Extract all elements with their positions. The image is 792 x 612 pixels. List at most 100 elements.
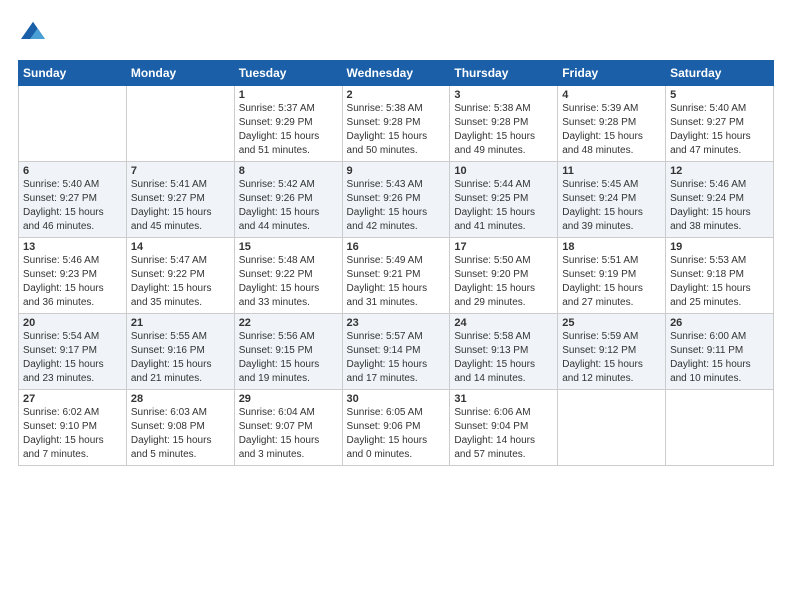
weekday-header-tuesday: Tuesday [234,61,342,86]
logo-icon [18,18,48,48]
day-number: 31 [454,393,553,405]
day-number: 3 [454,89,553,101]
day-info: Sunrise: 5:46 AM Sunset: 9:23 PM Dayligh… [23,254,122,310]
day-info: Sunrise: 5:53 AM Sunset: 9:18 PM Dayligh… [670,254,769,310]
calendar-cell: 16Sunrise: 5:49 AM Sunset: 9:21 PM Dayli… [342,238,450,314]
day-info: Sunrise: 5:44 AM Sunset: 9:25 PM Dayligh… [454,178,553,234]
calendar-week-4: 20Sunrise: 5:54 AM Sunset: 9:17 PM Dayli… [19,314,774,390]
day-number: 11 [562,165,661,177]
day-number: 25 [562,317,661,329]
weekday-header-wednesday: Wednesday [342,61,450,86]
calendar-cell: 17Sunrise: 5:50 AM Sunset: 9:20 PM Dayli… [450,238,558,314]
day-number: 22 [239,317,338,329]
calendar-table: SundayMondayTuesdayWednesdayThursdayFrid… [18,60,774,466]
calendar-cell: 18Sunrise: 5:51 AM Sunset: 9:19 PM Dayli… [558,238,666,314]
day-info: Sunrise: 5:56 AM Sunset: 9:15 PM Dayligh… [239,330,338,386]
day-info: Sunrise: 5:42 AM Sunset: 9:26 PM Dayligh… [239,178,338,234]
weekday-header-saturday: Saturday [666,61,774,86]
calendar-cell: 11Sunrise: 5:45 AM Sunset: 9:24 PM Dayli… [558,162,666,238]
weekday-header-friday: Friday [558,61,666,86]
day-info: Sunrise: 5:37 AM Sunset: 9:29 PM Dayligh… [239,102,338,158]
day-number: 30 [347,393,446,405]
day-number: 12 [670,165,769,177]
day-info: Sunrise: 5:40 AM Sunset: 9:27 PM Dayligh… [23,178,122,234]
calendar-cell: 30Sunrise: 6:05 AM Sunset: 9:06 PM Dayli… [342,390,450,466]
day-info: Sunrise: 5:48 AM Sunset: 9:22 PM Dayligh… [239,254,338,310]
calendar-cell [126,86,234,162]
weekday-header-sunday: Sunday [19,61,127,86]
day-info: Sunrise: 5:38 AM Sunset: 9:28 PM Dayligh… [347,102,446,158]
day-info: Sunrise: 5:45 AM Sunset: 9:24 PM Dayligh… [562,178,661,234]
calendar-cell: 26Sunrise: 6:00 AM Sunset: 9:11 PM Dayli… [666,314,774,390]
day-number: 26 [670,317,769,329]
calendar-cell: 2Sunrise: 5:38 AM Sunset: 9:28 PM Daylig… [342,86,450,162]
day-number: 8 [239,165,338,177]
calendar-cell [19,86,127,162]
calendar-cell: 14Sunrise: 5:47 AM Sunset: 9:22 PM Dayli… [126,238,234,314]
day-info: Sunrise: 5:40 AM Sunset: 9:27 PM Dayligh… [670,102,769,158]
day-number: 4 [562,89,661,101]
day-info: Sunrise: 5:49 AM Sunset: 9:21 PM Dayligh… [347,254,446,310]
day-info: Sunrise: 5:43 AM Sunset: 9:26 PM Dayligh… [347,178,446,234]
day-number: 9 [347,165,446,177]
day-info: Sunrise: 6:00 AM Sunset: 9:11 PM Dayligh… [670,330,769,386]
calendar-week-5: 27Sunrise: 6:02 AM Sunset: 9:10 PM Dayli… [19,390,774,466]
day-info: Sunrise: 5:39 AM Sunset: 9:28 PM Dayligh… [562,102,661,158]
calendar-cell: 10Sunrise: 5:44 AM Sunset: 9:25 PM Dayli… [450,162,558,238]
day-info: Sunrise: 5:57 AM Sunset: 9:14 PM Dayligh… [347,330,446,386]
day-info: Sunrise: 6:03 AM Sunset: 9:08 PM Dayligh… [131,406,230,462]
calendar-cell: 13Sunrise: 5:46 AM Sunset: 9:23 PM Dayli… [19,238,127,314]
day-info: Sunrise: 5:59 AM Sunset: 9:12 PM Dayligh… [562,330,661,386]
day-number: 18 [562,241,661,253]
calendar-cell: 5Sunrise: 5:40 AM Sunset: 9:27 PM Daylig… [666,86,774,162]
calendar-cell: 12Sunrise: 5:46 AM Sunset: 9:24 PM Dayli… [666,162,774,238]
day-number: 2 [347,89,446,101]
calendar-cell [666,390,774,466]
calendar-cell: 8Sunrise: 5:42 AM Sunset: 9:26 PM Daylig… [234,162,342,238]
calendar-cell: 6Sunrise: 5:40 AM Sunset: 9:27 PM Daylig… [19,162,127,238]
calendar-cell: 25Sunrise: 5:59 AM Sunset: 9:12 PM Dayli… [558,314,666,390]
day-number: 14 [131,241,230,253]
calendar-cell: 28Sunrise: 6:03 AM Sunset: 9:08 PM Dayli… [126,390,234,466]
calendar-cell: 21Sunrise: 5:55 AM Sunset: 9:16 PM Dayli… [126,314,234,390]
day-info: Sunrise: 6:04 AM Sunset: 9:07 PM Dayligh… [239,406,338,462]
day-info: Sunrise: 5:41 AM Sunset: 9:27 PM Dayligh… [131,178,230,234]
calendar-cell: 4Sunrise: 5:39 AM Sunset: 9:28 PM Daylig… [558,86,666,162]
day-info: Sunrise: 5:50 AM Sunset: 9:20 PM Dayligh… [454,254,553,310]
day-number: 28 [131,393,230,405]
day-number: 23 [347,317,446,329]
day-number: 24 [454,317,553,329]
calendar-cell: 29Sunrise: 6:04 AM Sunset: 9:07 PM Dayli… [234,390,342,466]
day-number: 21 [131,317,230,329]
day-info: Sunrise: 5:38 AM Sunset: 9:28 PM Dayligh… [454,102,553,158]
calendar-cell: 3Sunrise: 5:38 AM Sunset: 9:28 PM Daylig… [450,86,558,162]
calendar-cell: 9Sunrise: 5:43 AM Sunset: 9:26 PM Daylig… [342,162,450,238]
day-number: 7 [131,165,230,177]
weekday-header-row: SundayMondayTuesdayWednesdayThursdayFrid… [19,61,774,86]
day-info: Sunrise: 5:55 AM Sunset: 9:16 PM Dayligh… [131,330,230,386]
day-number: 1 [239,89,338,101]
day-number: 27 [23,393,122,405]
calendar-cell: 24Sunrise: 5:58 AM Sunset: 9:13 PM Dayli… [450,314,558,390]
calendar-cell: 31Sunrise: 6:06 AM Sunset: 9:04 PM Dayli… [450,390,558,466]
day-info: Sunrise: 5:51 AM Sunset: 9:19 PM Dayligh… [562,254,661,310]
day-number: 20 [23,317,122,329]
calendar-cell: 23Sunrise: 5:57 AM Sunset: 9:14 PM Dayli… [342,314,450,390]
day-info: Sunrise: 6:06 AM Sunset: 9:04 PM Dayligh… [454,406,553,462]
day-number: 29 [239,393,338,405]
calendar-cell: 20Sunrise: 5:54 AM Sunset: 9:17 PM Dayli… [19,314,127,390]
day-number: 5 [670,89,769,101]
weekday-header-monday: Monday [126,61,234,86]
calendar-cell [558,390,666,466]
calendar-cell: 7Sunrise: 5:41 AM Sunset: 9:27 PM Daylig… [126,162,234,238]
calendar-week-2: 6Sunrise: 5:40 AM Sunset: 9:27 PM Daylig… [19,162,774,238]
day-number: 19 [670,241,769,253]
calendar-week-1: 1Sunrise: 5:37 AM Sunset: 9:29 PM Daylig… [19,86,774,162]
day-number: 17 [454,241,553,253]
day-info: Sunrise: 5:46 AM Sunset: 9:24 PM Dayligh… [670,178,769,234]
day-info: Sunrise: 5:54 AM Sunset: 9:17 PM Dayligh… [23,330,122,386]
day-number: 16 [347,241,446,253]
weekday-header-thursday: Thursday [450,61,558,86]
day-info: Sunrise: 5:47 AM Sunset: 9:22 PM Dayligh… [131,254,230,310]
day-number: 10 [454,165,553,177]
